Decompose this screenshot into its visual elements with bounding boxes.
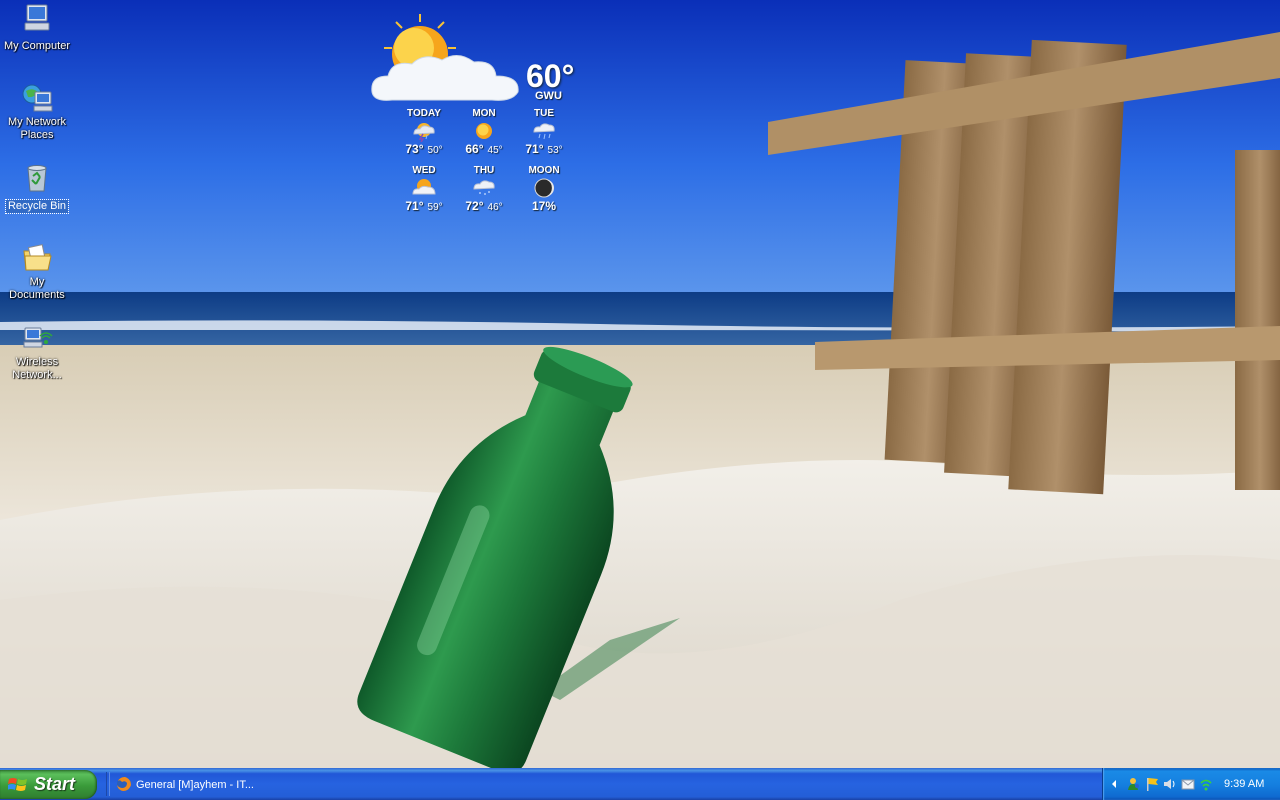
forecast-low: 46° xyxy=(487,202,503,213)
forecast-high: 73° xyxy=(405,142,424,156)
forecast-thu: THU 72° 46° xyxy=(454,165,514,213)
label-line-1: Wireless xyxy=(15,356,59,368)
desktop-icon-label: My Documents xyxy=(9,276,65,301)
forecast-temps: 72° 46° xyxy=(454,199,514,213)
recycle-bin-icon xyxy=(21,162,53,194)
forecast-moon: MOON 17% xyxy=(514,165,574,213)
forecast-day: MON xyxy=(472,108,496,119)
desktop-icon-recycle-bin[interactable]: Recycle Bin xyxy=(0,162,75,214)
start-label: Start xyxy=(34,774,76,794)
my-computer-icon xyxy=(21,2,53,34)
flag-icon[interactable] xyxy=(1145,777,1159,791)
forecast-day: WED xyxy=(412,165,436,176)
taskbar: Start General [M]ayhem - IT... 9:39 AM xyxy=(0,768,1280,800)
forecast-wed: WED 71° 59° xyxy=(394,165,454,213)
forecast-temps: 73° 50° xyxy=(394,142,454,156)
desktop-icon-network-places[interactable]: My Network Places xyxy=(0,82,75,143)
mail-icon[interactable] xyxy=(1181,777,1195,791)
forecast-high: 72° xyxy=(465,199,484,213)
moon-illumination: 17% xyxy=(531,199,557,213)
taskbar-separator xyxy=(106,772,110,796)
forecast-high: 66° xyxy=(465,142,484,156)
label-line-2: Network... xyxy=(12,369,62,381)
forecast-high: 71° xyxy=(405,199,424,213)
forecast-low: 50° xyxy=(427,145,443,156)
windows-logo-icon xyxy=(8,778,27,791)
show-hidden-icon[interactable] xyxy=(1109,777,1119,791)
thunderstorm-icon xyxy=(413,123,435,142)
taskbar-button-label: General [M]ayhem - IT... xyxy=(136,779,254,791)
wifi-signal-icon[interactable] xyxy=(1199,777,1213,791)
forecast-day: TODAY xyxy=(407,108,441,119)
desktop-icon-label: Recycle Bin xyxy=(4,199,70,214)
forecast-day: TUE xyxy=(534,108,554,119)
sunny-icon xyxy=(476,123,492,139)
forecast-low: 59° xyxy=(427,202,443,213)
forecast-high: 71° xyxy=(525,142,544,156)
forecast-temps: 71° 59° xyxy=(394,199,454,213)
network-places-icon xyxy=(21,82,53,114)
partly-cloudy-icon xyxy=(371,14,519,101)
forecast-today: TODAY 73° 50° xyxy=(394,108,454,156)
volume-icon[interactable] xyxy=(1163,777,1177,791)
desktop-icon-wireless-network[interactable]: Wireless Network... xyxy=(0,322,75,383)
messenger-icon[interactable] xyxy=(1127,777,1141,791)
weather-location: GWU xyxy=(535,90,562,102)
system-tray: 9:39 AM xyxy=(1102,768,1280,800)
desktop-icon-label: My Computer xyxy=(3,40,71,52)
moon-icon xyxy=(534,178,554,198)
forecast-low: 45° xyxy=(487,145,503,156)
weather-gadget[interactable]: 60° GWU TODAY 73° 50° MON 66° 45° TUE 71° 5… xyxy=(362,14,582,224)
forecast-day: MOON xyxy=(528,165,560,176)
clock[interactable]: 9:39 AM xyxy=(1224,778,1264,790)
start-button[interactable]: Start xyxy=(0,770,97,799)
rain-icon xyxy=(533,123,555,140)
desktop-wallpaper xyxy=(0,0,1280,768)
desktop-icon-my-documents[interactable]: My Documents xyxy=(0,242,75,303)
forecast-temps: 66° 45° xyxy=(454,142,514,156)
partly-cloudy-icon xyxy=(412,179,436,195)
my-documents-icon xyxy=(21,242,53,274)
taskbar-button-firefox[interactable]: General [M]ayhem - IT... xyxy=(112,771,262,797)
forecast-temps: 71° 53° xyxy=(514,142,574,156)
light-rain-icon xyxy=(473,180,495,195)
desktop-icon-my-computer[interactable]: My Computer xyxy=(0,2,75,54)
firefox-icon xyxy=(117,777,131,791)
desktop-icon-label: Wireless Network... xyxy=(10,356,64,382)
wireless-network-icon xyxy=(21,322,53,354)
desktop-icon-label: My Network Places xyxy=(6,116,68,142)
forecast-mon: MON 66° 45° xyxy=(454,108,514,156)
forecast-low: 53° xyxy=(547,145,563,156)
forecast-day: THU xyxy=(473,165,495,176)
label-line-1: My Network xyxy=(7,116,67,128)
forecast-tue: TUE 71° 53° xyxy=(514,108,574,156)
label-line-2: Places xyxy=(20,129,54,141)
